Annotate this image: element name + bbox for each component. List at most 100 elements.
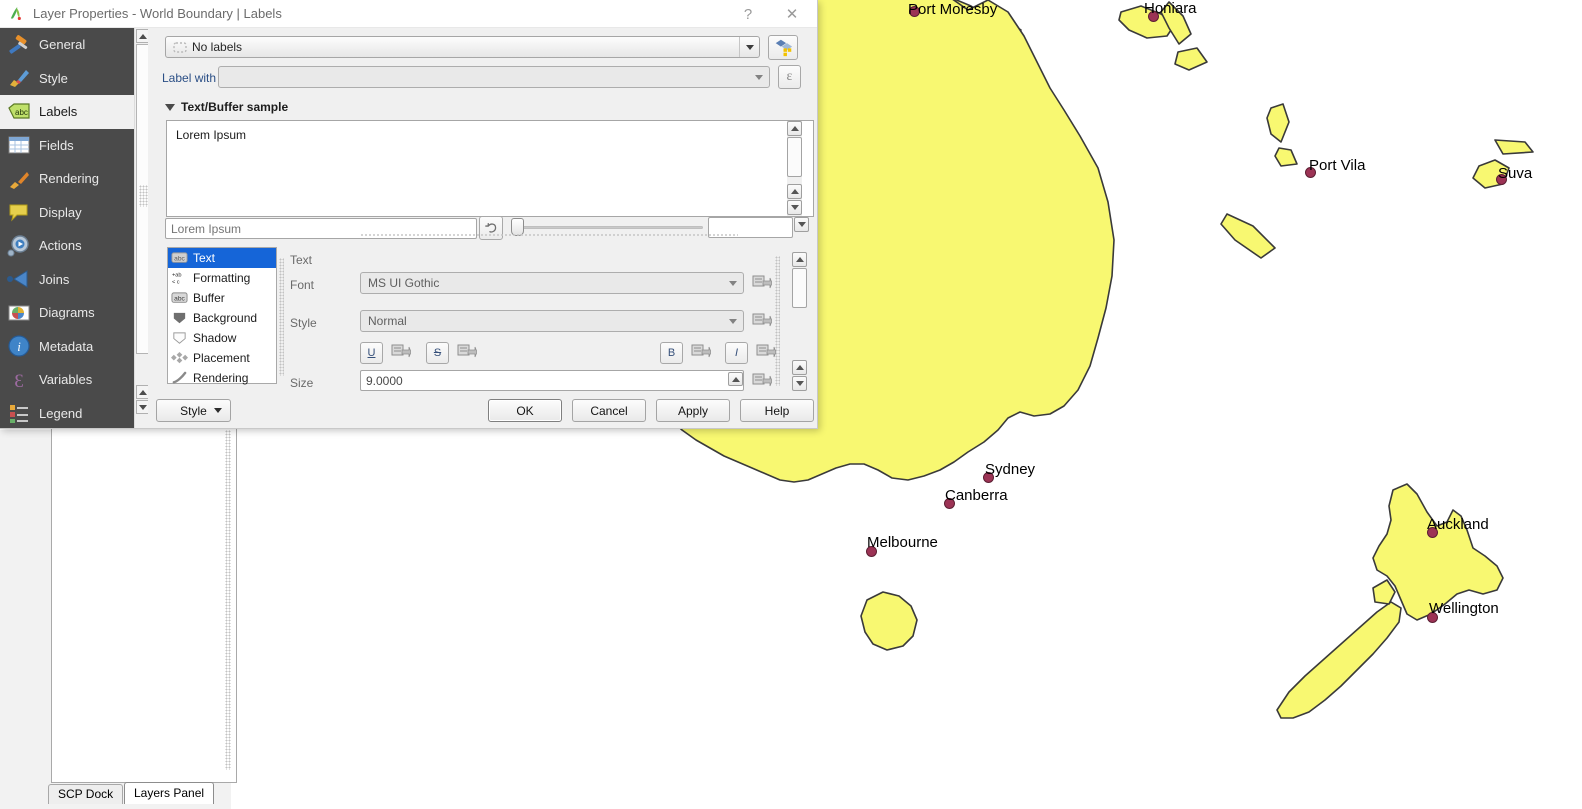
bold-button[interactable]: B xyxy=(660,342,683,364)
font-size-spinbox[interactable]: 9.0000 xyxy=(360,370,744,391)
text-tab-shadow[interactable]: Shadow xyxy=(168,328,276,348)
city-label: Wellington xyxy=(1429,600,1499,617)
text-panel-scroll-down-button[interactable] xyxy=(792,376,807,391)
svg-text:+ab: +ab xyxy=(172,272,182,278)
sidebar-item-variables[interactable]: Ɛ Variables xyxy=(0,363,134,397)
text-tab-label: Rendering xyxy=(193,371,249,385)
scroll-thumb-grip-icon xyxy=(139,185,148,207)
labeling-mode-combo[interactable]: No labels xyxy=(165,36,760,58)
data-defined-override-icon-3 xyxy=(391,344,412,358)
text-tab-placement[interactable]: Placement xyxy=(168,348,276,368)
style-data-defined-override-button[interactable] xyxy=(752,312,773,330)
text-tab-label: Formatting xyxy=(193,271,251,285)
expression-builder-icon xyxy=(775,39,792,57)
cancel-label: Cancel xyxy=(590,403,628,418)
text-tab-text[interactable]: abc Text xyxy=(168,248,276,268)
font-family-combo[interactable]: MS UI Gothic xyxy=(360,272,744,294)
text-tab-label: Text xyxy=(193,251,216,265)
sample-scroll-up-button[interactable] xyxy=(787,121,802,136)
underline-data-defined-button[interactable] xyxy=(391,343,412,361)
underline-button[interactable]: U xyxy=(360,342,383,364)
properties-sidebar[interactable]: General Style abc Labels Fields Rendering Disp… xyxy=(0,28,134,429)
sidebar-item-fields[interactable]: Fields xyxy=(0,129,134,163)
text-tab-label: Placement xyxy=(193,351,250,365)
text-tab-formatting[interactable]: +ab < c Formatting xyxy=(168,268,276,288)
text-panel-scroll-thumb[interactable] xyxy=(792,268,807,308)
size-data-defined-button[interactable] xyxy=(752,372,773,390)
sample-scroll-thumb[interactable] xyxy=(787,137,802,177)
titlebar-close-button[interactable]: ✕ xyxy=(770,0,814,28)
titlebar-help-button[interactable]: ? xyxy=(726,0,770,28)
svg-text:abc: abc xyxy=(174,295,185,302)
labeling-settings-button[interactable] xyxy=(768,35,798,60)
legend-icon xyxy=(7,401,31,425)
sidebar-item-joins[interactable]: Joins xyxy=(0,263,134,297)
italic-data-defined-button[interactable] xyxy=(756,343,777,361)
dialog-titlebar[interactable]: Layer Properties - World Boundary | Labe… xyxy=(0,0,817,28)
text-format-tab-list[interactable]: abc Text +ab < c Formatting abc Buffer Backgrou… xyxy=(167,247,277,385)
preview-zoom-slider-track[interactable] xyxy=(516,226,703,229)
dotted-separator-vertical-right xyxy=(775,256,780,386)
sidebar-item-actions[interactable]: Actions xyxy=(0,229,134,263)
city-label: Melbourne xyxy=(867,534,938,551)
sidebar-item-legend[interactable]: Legend xyxy=(0,397,134,429)
text-panel-scrollbar[interactable] xyxy=(792,252,807,392)
data-defined-override-icon-4 xyxy=(457,344,478,358)
sidebar-item-general[interactable]: General xyxy=(0,28,134,62)
tab-scp-dock[interactable]: SCP Dock xyxy=(48,784,124,804)
city-label: Port Moresby xyxy=(908,1,998,18)
text-tab-buffer[interactable]: abc Buffer xyxy=(168,288,276,308)
tab-layers-panel[interactable]: Layers Panel xyxy=(124,782,215,804)
style-menu-button[interactable]: Style xyxy=(156,399,231,422)
sample-preview-scrollbar[interactable] xyxy=(787,121,802,216)
diagrams-icon xyxy=(7,301,31,325)
labels-properties-panel: No labels Label with ε Text/Buffer sampl… xyxy=(148,28,817,428)
italic-button[interactable]: I xyxy=(725,342,748,364)
font-row-label: Font xyxy=(290,278,315,292)
layers-panel-content[interactable] xyxy=(51,408,237,783)
strikethrough-button[interactable]: S xyxy=(426,342,449,364)
sidebar-item-diagrams[interactable]: Diagrams xyxy=(0,296,134,330)
metadata-icon: i xyxy=(7,334,31,358)
text-tab-background[interactable]: Background xyxy=(168,308,276,328)
apply-button[interactable]: Apply xyxy=(656,399,730,422)
city-label: Auckland xyxy=(1427,516,1489,533)
sidebar-item-style[interactable]: Style xyxy=(0,62,134,96)
shadow-icon xyxy=(171,331,188,346)
label-with-combo[interactable] xyxy=(218,66,770,88)
help-button[interactable]: Help xyxy=(740,399,814,422)
chevron-down-icon[interactable] xyxy=(739,37,759,57)
collapse-triangle-icon xyxy=(165,103,175,111)
panel-splitter-handle[interactable] xyxy=(225,430,231,770)
text-buffer-sample-preview[interactable]: Lorem Ipsum xyxy=(166,120,814,217)
sidebar-item-labels[interactable]: abc Labels xyxy=(0,95,134,129)
font-size-increment-button[interactable] xyxy=(728,372,743,386)
text-buffer-sample-section-header[interactable]: Text/Buffer sample xyxy=(165,100,288,114)
text-panel-scroll-up-button-2[interactable] xyxy=(792,360,807,375)
sidebar-item-metadata[interactable]: i Metadata xyxy=(0,330,134,364)
sidebar-item-rendering[interactable]: Rendering xyxy=(0,162,134,196)
font-data-defined-override-button[interactable] xyxy=(752,274,773,292)
style-menu-label: Style xyxy=(180,403,207,418)
preview-zoom-dropdown-button[interactable] xyxy=(794,217,809,232)
sample-scroll-up-button-2[interactable] xyxy=(787,184,802,199)
font-chevron-down-icon[interactable] xyxy=(723,273,743,293)
style-chevron-down-icon[interactable] xyxy=(723,311,743,331)
cancel-button[interactable]: Cancel xyxy=(572,399,646,422)
label-with-chevron-down-icon[interactable] xyxy=(749,67,769,87)
sample-scroll-down-button[interactable] xyxy=(787,200,802,215)
strikethrough-label: S xyxy=(433,347,442,359)
strikethrough-data-defined-button[interactable] xyxy=(457,343,478,361)
bold-data-defined-button[interactable] xyxy=(691,343,712,361)
font-style-row-label: Style xyxy=(290,316,317,330)
font-style-combo[interactable]: Normal xyxy=(360,310,744,332)
underline-label: U xyxy=(367,347,376,359)
ok-button[interactable]: OK xyxy=(488,399,562,422)
sample-preview-text: Lorem Ipsum xyxy=(176,128,247,142)
sidebar-item-display[interactable]: Display xyxy=(0,196,134,230)
sidebar-scrollbar[interactable] xyxy=(134,28,149,428)
text-panel-scroll-up-button[interactable] xyxy=(792,252,807,267)
text-tab-rendering[interactable]: Rendering xyxy=(168,368,276,388)
svg-text:i: i xyxy=(17,339,21,354)
expression-epsilon-button[interactable]: ε xyxy=(778,65,801,89)
